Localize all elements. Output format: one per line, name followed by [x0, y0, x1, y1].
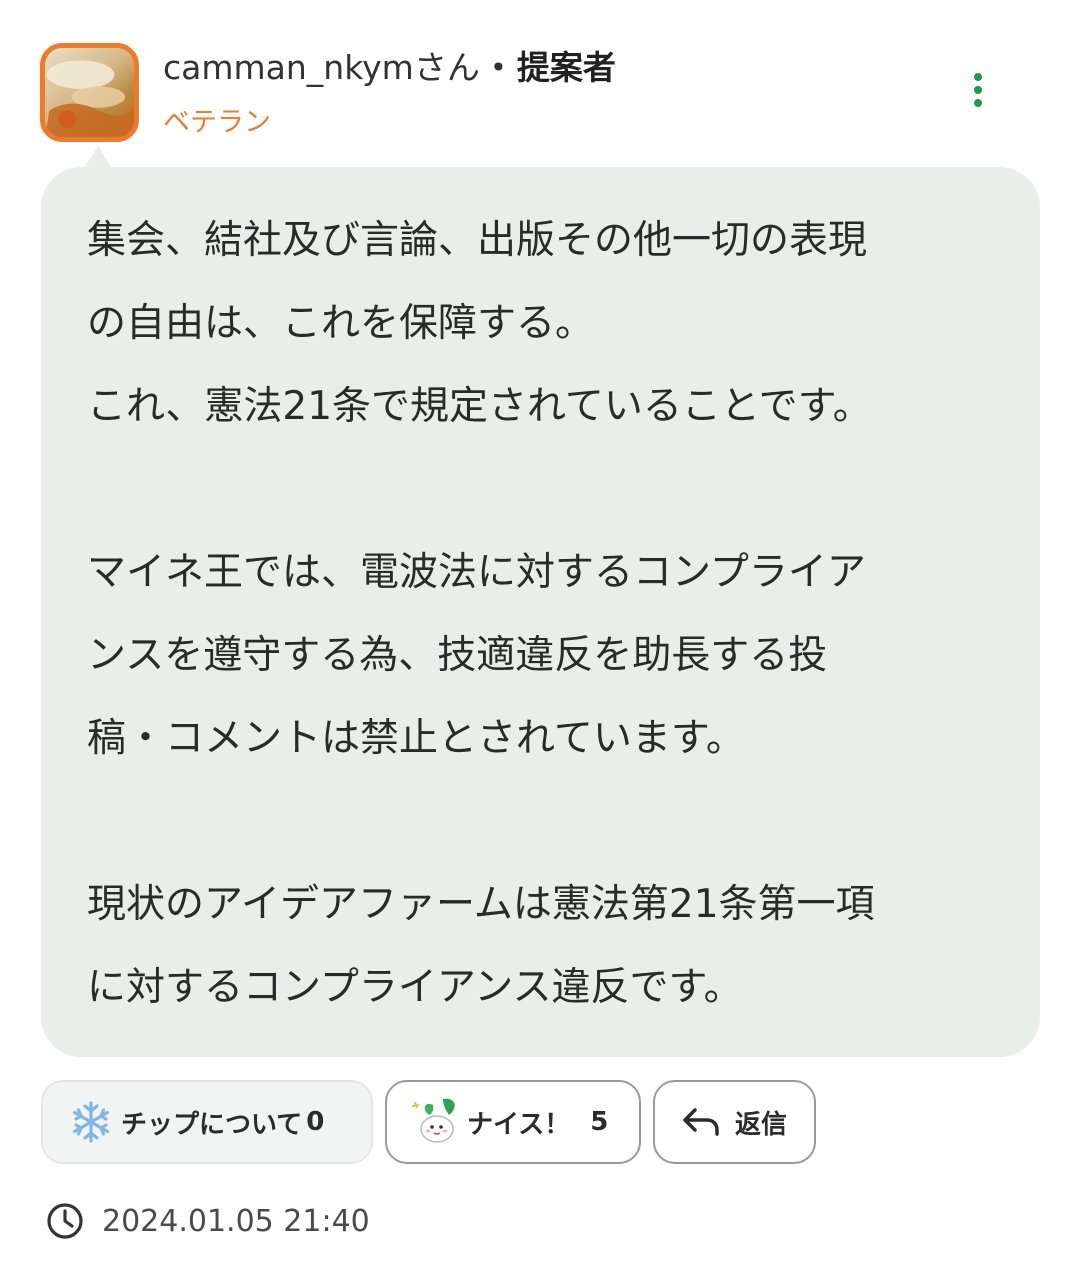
post-line: 稿・コメントは禁止とされています。: [87, 716, 745, 761]
post-line: の自由は、これを保障する。: [87, 301, 595, 346]
post-line: これ、憲法21条で規定されていることです。: [87, 384, 872, 429]
post-line: 集会、結社及び言論、出版その他一切の表現: [87, 218, 868, 263]
post-body: 集会、結社及び言論、出版その他一切の表現 の自由は、これを保障する。 これ、憲法…: [41, 167, 1040, 1057]
post-paragraph: 集会、結社及び言論、出版その他一切の表現 の自由は、これを保障する。 これ、憲法…: [87, 199, 996, 448]
post-timestamp: 2024.01.05 21:40: [46, 1198, 370, 1244]
post-line: 現状のアイデアファームは憲法第21条第一項: [87, 882, 875, 927]
radish-mascot-icon: [409, 1095, 463, 1149]
avatar[interactable]: [40, 43, 139, 142]
more-vertical-icon[interactable]: [958, 62, 998, 118]
tip-count: 0: [306, 1107, 325, 1137]
bubble-tail: [84, 146, 112, 168]
tip-button[interactable]: チップについて 0: [41, 1080, 373, 1164]
nice-label: ナイス！: [467, 1109, 571, 1140]
reply-button[interactable]: 返信: [653, 1080, 816, 1164]
username[interactable]: camman_nkymさん: [163, 41, 480, 89]
author-line: camman_nkymさん ・ 提案者: [163, 42, 616, 88]
timestamp-text: 2024.01.05 21:40: [102, 1203, 370, 1239]
snowflake-icon: [69, 1100, 113, 1144]
post-line: に対するコンプライアンス違反です。: [87, 965, 743, 1010]
author-role: 提案者: [516, 48, 616, 87]
clock-icon: [47, 1203, 83, 1239]
reply-arrow-icon: [681, 1104, 721, 1140]
post-paragraph: 現状のアイデアファームは憲法第21条第一項 に対するコンプライアンス違反です。: [87, 863, 996, 1029]
nice-count: 5: [590, 1107, 609, 1137]
post-line: ンスを遵守する為、技適違反を助長する投: [87, 633, 828, 678]
reply-label: 返信: [735, 1109, 788, 1140]
separator: ・: [481, 48, 515, 87]
post-paragraph: マイネ王では、電波法に対するコンプライア ンスを遵守する為、技適違反を助長する投…: [87, 531, 996, 780]
nice-button[interactable]: ナイス！ 5: [385, 1080, 641, 1164]
avatar-image: [45, 60, 134, 137]
user-rank-badge: ベテラン: [163, 107, 271, 138]
post-line: マイネ王では、電波法に対するコンプライア: [87, 550, 866, 595]
tip-label: チップについて: [121, 1109, 303, 1140]
